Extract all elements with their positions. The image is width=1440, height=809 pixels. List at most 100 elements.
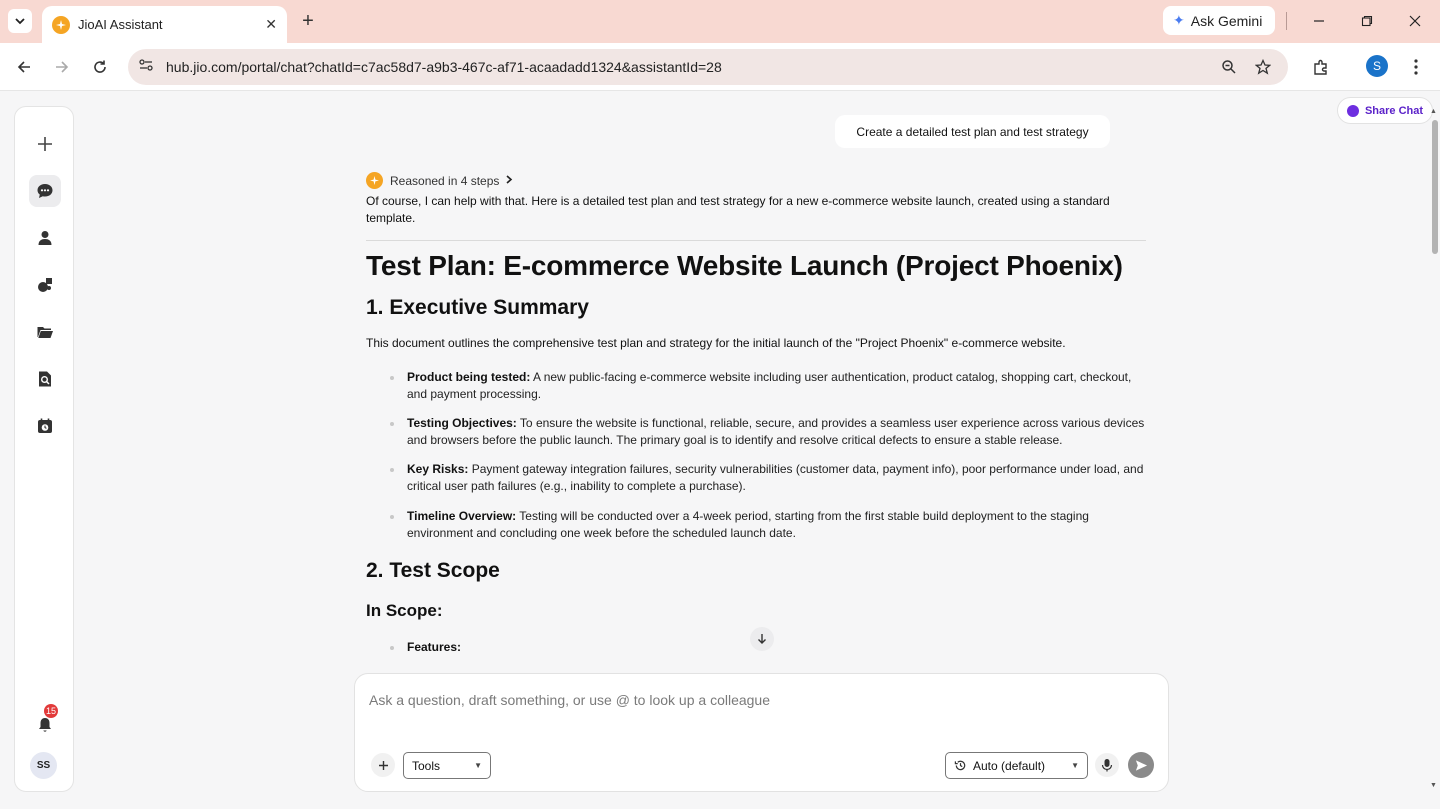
notification-badge: 15 — [44, 704, 59, 718]
arrow-left-icon — [17, 61, 30, 73]
sidebar-item-search-docs[interactable] — [29, 363, 61, 395]
left-sidebar — [14, 106, 74, 792]
chevron-down-icon: ▼ — [1071, 761, 1079, 770]
bell-icon — [39, 718, 51, 732]
bullet-label: Features: — [407, 640, 462, 654]
user-avatar[interactable]: SS — [30, 752, 57, 779]
reload-icon — [94, 60, 106, 73]
bullet-label: Testing Objectives: — [407, 416, 517, 430]
model-dropdown[interactable]: Auto (default) ▼ — [945, 752, 1088, 779]
message-input[interactable]: Ask a question, draft something, or use … — [369, 692, 770, 708]
close-window-button[interactable] — [1402, 10, 1428, 32]
list-item: Key Risks: Payment gateway integration f… — [390, 461, 1146, 495]
divider — [366, 240, 1146, 241]
summary-text: This document outlines the comprehensive… — [366, 336, 1066, 350]
tools-dropdown[interactable]: Tools ▼ — [403, 752, 491, 779]
profile-avatar[interactable]: S — [1366, 55, 1388, 77]
sidebar-item-profile[interactable] — [29, 222, 61, 254]
browser-tab[interactable]: JioAI Assistant ✕ — [42, 6, 287, 43]
reload-button[interactable] — [88, 55, 112, 79]
assistant-logo-icon — [366, 172, 383, 189]
tab-search-button[interactable] — [8, 9, 32, 33]
tools-label: Tools — [412, 758, 441, 773]
new-chat-button[interactable] — [29, 128, 61, 160]
zoom-icon[interactable] — [1218, 56, 1240, 78]
arrow-down-icon — [758, 634, 766, 644]
scroll-to-bottom-button[interactable] — [750, 627, 774, 651]
model-label: Auto (default) — [973, 758, 1046, 773]
new-tab-button[interactable]: + — [297, 10, 319, 32]
chat-bubble-icon — [37, 184, 53, 198]
chevron-down-icon — [15, 18, 25, 25]
share-chat-icon — [1346, 104, 1359, 117]
message-composer: Ask a question, draft something, or use … — [354, 673, 1169, 792]
folder-open-icon — [37, 327, 53, 338]
more-vertical-icon — [1414, 59, 1418, 75]
browser-tab-bar: JioAI Assistant ✕ + ✦ Ask Gemini — [0, 0, 1440, 43]
forward-button[interactable] — [50, 55, 74, 79]
chevron-down-icon: ▼ — [474, 761, 482, 770]
close-tab-icon[interactable]: ✕ — [265, 16, 277, 33]
chevron-right-icon — [505, 174, 513, 187]
url-text[interactable]: hub.jio.com/portal/chat?chatId=c7ac58d7-… — [166, 59, 1206, 75]
executive-summary-paragraph: This document outlines the comprehensive… — [366, 335, 1146, 352]
attach-button[interactable] — [371, 753, 395, 777]
section-heading-test-scope: 2. Test Scope — [366, 559, 500, 582]
ask-gemini-button[interactable]: ✦ Ask Gemini — [1163, 6, 1275, 35]
restore-window-button[interactable] — [1354, 10, 1380, 32]
list-item: Timeline Overview: Testing will be condu… — [390, 508, 1146, 542]
plus-icon — [38, 137, 52, 151]
document-search-icon — [39, 371, 51, 387]
gemini-sparkle-icon: ✦ — [1173, 12, 1185, 28]
person-icon — [38, 231, 52, 245]
calendar-clock-icon — [38, 418, 52, 433]
sidebar-item-files[interactable] — [29, 316, 61, 348]
bullet-text: To ensure the website is functional, rel… — [407, 416, 1145, 447]
puzzle-icon — [1314, 59, 1327, 75]
section-heading-executive-summary: 1. Executive Summary — [366, 296, 589, 319]
send-icon — [1135, 759, 1147, 771]
url-bar[interactable]: hub.jio.com/portal/chat?chatId=c7ac58d7-… — [128, 49, 1288, 85]
minimize-window-button[interactable] — [1306, 10, 1332, 32]
assistant-intro-text: Of course, I can help with that. Here is… — [366, 194, 1110, 225]
browser-menu-button[interactable] — [1404, 55, 1428, 79]
bookmark-star-icon[interactable] — [1252, 56, 1274, 78]
send-button[interactable] — [1128, 752, 1154, 778]
arrow-right-icon — [56, 61, 69, 73]
restore-icon — [1361, 15, 1373, 27]
jioai-favicon-icon — [52, 15, 70, 34]
list-item: Product being tested: A new public-facin… — [390, 369, 1146, 403]
share-chat-button[interactable]: Share Chat — [1337, 97, 1433, 124]
sidebar-item-apps[interactable] — [29, 269, 61, 301]
close-icon — [1409, 15, 1421, 27]
history-icon — [954, 760, 966, 771]
bullet-label: Key Risks: — [407, 462, 469, 476]
share-chat-label: Share Chat — [1364, 104, 1424, 117]
scroll-up-icon[interactable]: ▲ — [1430, 108, 1437, 115]
microphone-icon — [1101, 759, 1113, 772]
bullet-label: Product being tested: — [407, 370, 531, 384]
scroll-down-arrow-icon[interactable]: ▼ — [1430, 782, 1437, 789]
back-button[interactable] — [12, 55, 36, 79]
tab-title: JioAI Assistant — [78, 17, 163, 32]
extensions-button[interactable] — [1309, 55, 1333, 79]
subheading-in-scope: In Scope: — [366, 601, 443, 620]
reasoning-toggle[interactable]: Reasoned in 4 steps — [366, 172, 513, 189]
minimize-icon — [1314, 20, 1324, 22]
document-title: Test Plan: E-commerce Website Launch (Pr… — [366, 250, 1123, 281]
reasoning-label: Reasoned in 4 steps — [390, 173, 500, 188]
ask-gemini-label: Ask Gemini — [1190, 12, 1263, 29]
bullet-text: Payment gateway integration failures, se… — [407, 462, 1144, 493]
sidebar-item-calendar[interactable] — [29, 410, 61, 442]
toolbar-separator — [1286, 12, 1287, 30]
sidebar-item-chat[interactable] — [29, 175, 61, 207]
voice-input-button[interactable] — [1095, 753, 1119, 777]
shapes-icon — [38, 278, 52, 292]
scrollbar-thumb[interactable] — [1432, 120, 1438, 254]
user-message-bubble: Create a detailed test plan and test str… — [835, 115, 1110, 148]
list-item: Testing Objectives: To ensure the websit… — [390, 415, 1146, 449]
bullet-label: Timeline Overview: — [407, 509, 517, 523]
plus-icon — [378, 760, 388, 770]
address-toolbar: hub.jio.com/portal/chat?chatId=c7ac58d7-… — [0, 43, 1440, 91]
site-settings-icon[interactable] — [138, 57, 154, 78]
